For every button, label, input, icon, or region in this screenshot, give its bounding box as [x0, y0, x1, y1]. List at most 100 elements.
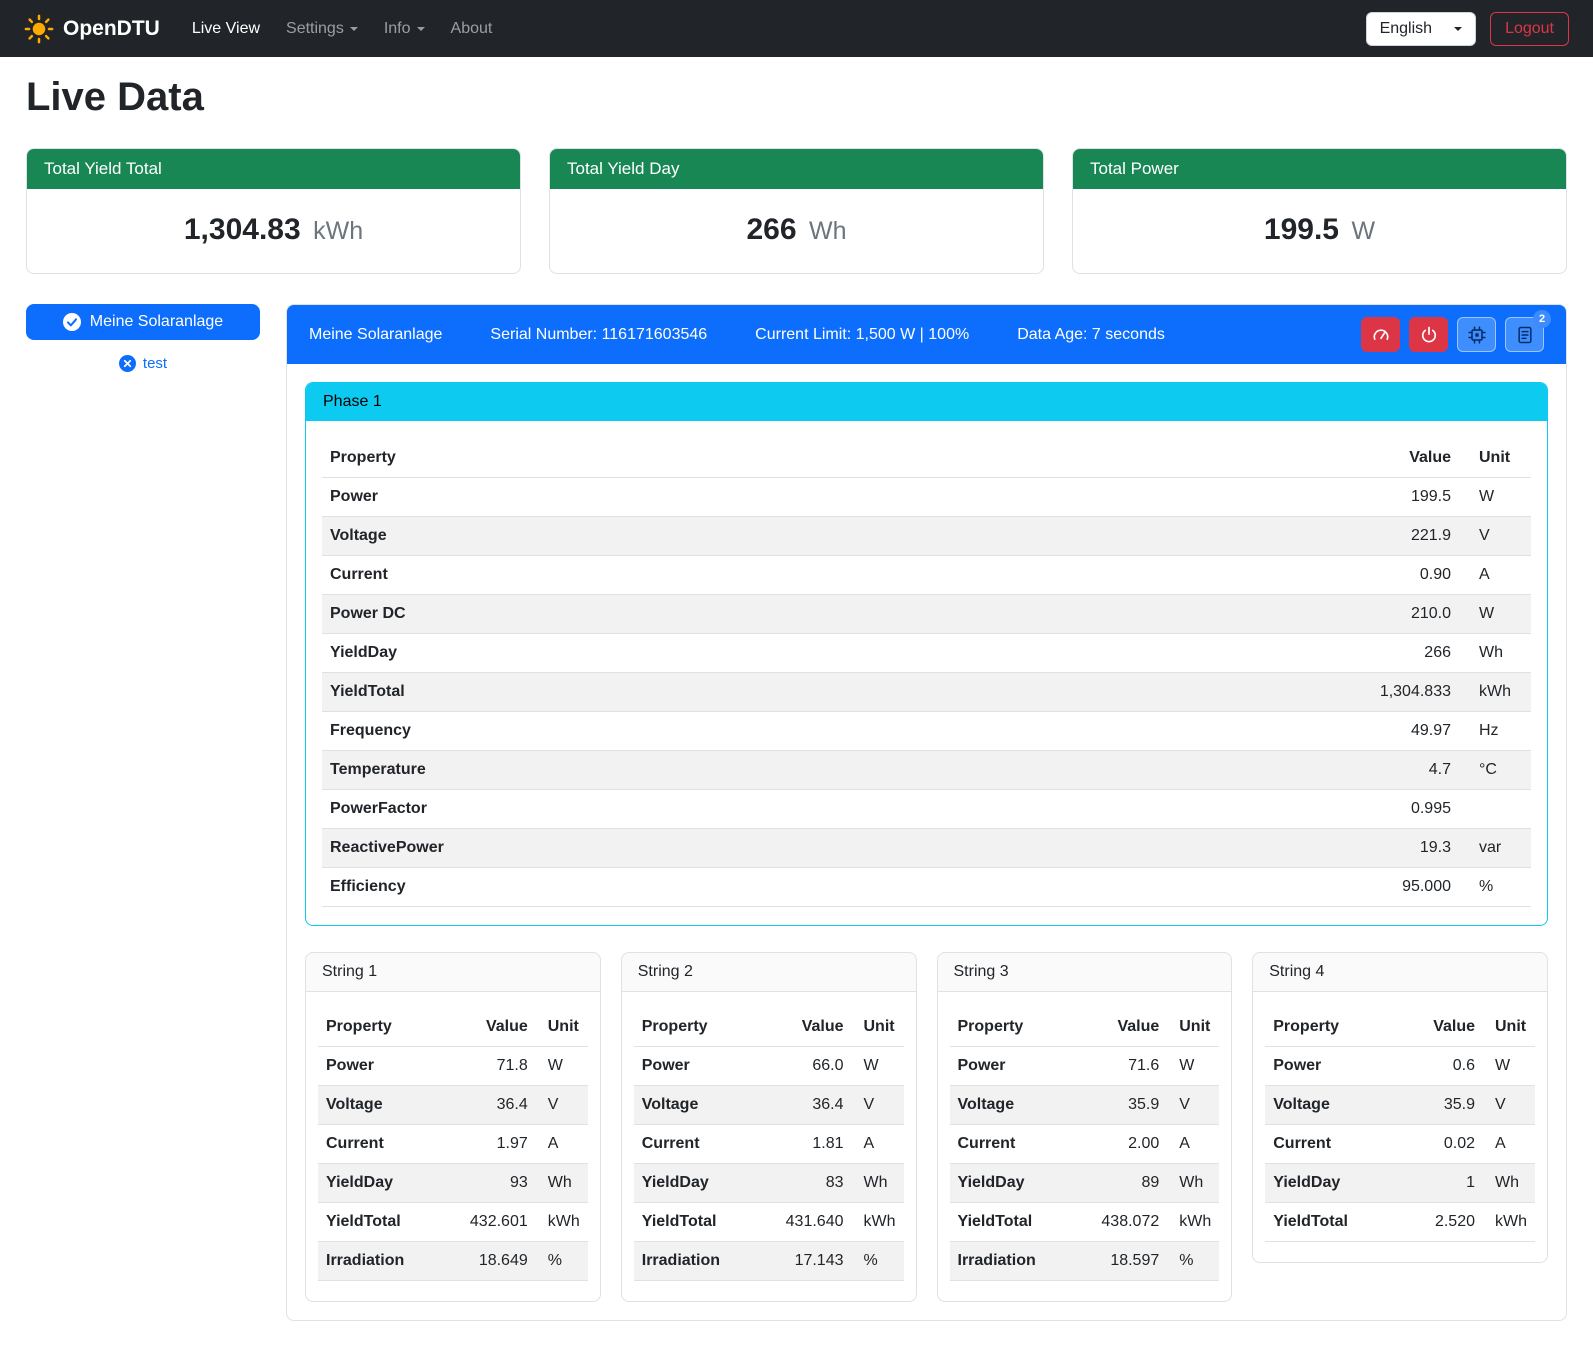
row-unit: W	[536, 1047, 588, 1086]
nav-item-about[interactable]: About	[441, 12, 503, 46]
card-title: Total Power	[1073, 149, 1566, 189]
table-row: YieldTotal 2.520 kWh	[1265, 1203, 1535, 1242]
row-unit: kWh	[1459, 673, 1531, 712]
nav-item-info[interactable]: Info	[374, 12, 435, 46]
power-button[interactable]	[1409, 317, 1448, 352]
row-value: 0.995	[1002, 790, 1459, 829]
row-property: YieldDay	[1265, 1164, 1398, 1203]
row-value: 431.640	[756, 1203, 852, 1242]
row-property: YieldTotal	[1265, 1203, 1398, 1242]
table-row: Power 71.6 W	[950, 1047, 1220, 1086]
string-3-table: Property Value Unit Power	[950, 1008, 1220, 1281]
total-power-unit: W	[1351, 217, 1375, 245]
row-value: 221.9	[1002, 517, 1459, 556]
page-title: Live Data	[26, 75, 1567, 120]
row-value: 66.0	[756, 1047, 852, 1086]
limit-settings-button[interactable]	[1361, 317, 1400, 352]
inverter-selected-button[interactable]: Meine Solaranlage	[26, 304, 260, 340]
row-property: Power DC	[322, 595, 1002, 634]
row-property: ReactivePower	[322, 829, 1002, 868]
row-value: 71.6	[1072, 1047, 1168, 1086]
inverter-limit: Current Limit: 1,500 W | 100%	[755, 326, 969, 344]
phase-table: Property Value Unit Power	[322, 439, 1531, 907]
nav-item-live-view[interactable]: Live View	[182, 12, 270, 46]
row-unit: Wh	[852, 1164, 904, 1203]
phase-1-card: Phase 1 Property Value Unit	[305, 382, 1548, 926]
row-unit: V	[1459, 517, 1531, 556]
row-unit: V	[1483, 1086, 1535, 1125]
inverter-item-test[interactable]: test	[26, 355, 260, 372]
row-unit: W	[1483, 1047, 1535, 1086]
row-unit: A	[1459, 556, 1531, 595]
string-1-card: String 1 Property Value Unit	[305, 952, 601, 1302]
total-yield-day-card: Total Yield Day 266 Wh	[549, 148, 1044, 274]
cpu-icon	[1467, 325, 1487, 345]
chevron-down-icon	[1454, 27, 1462, 31]
table-row: Power 0.6 W	[1265, 1047, 1535, 1086]
inverter-data-age: Data Age: 7 seconds	[1017, 326, 1165, 344]
device-info-button[interactable]	[1457, 317, 1496, 352]
row-unit: Wh	[1483, 1164, 1535, 1203]
inverter-item-test-label: test	[143, 355, 167, 372]
string-3-card: String 3 Property Value Unit	[937, 952, 1233, 1302]
column-header-unit: Unit	[536, 1008, 588, 1047]
row-property: YieldDay	[634, 1164, 756, 1203]
row-property: YieldDay	[318, 1164, 440, 1203]
table-header-row: Property Value Unit	[950, 1008, 1220, 1047]
table-row: Voltage 36.4 V	[318, 1086, 588, 1125]
row-value: 0.6	[1398, 1047, 1483, 1086]
row-value: 4.7	[1002, 751, 1459, 790]
gauge-icon	[1371, 325, 1391, 345]
phase-table-body: Power 199.5 W Voltage 221.9 V	[322, 478, 1531, 907]
table-header-row: Property Value Unit	[318, 1008, 588, 1047]
row-unit: %	[852, 1242, 904, 1281]
table-row: YieldTotal 1,304.833 kWh	[322, 673, 1531, 712]
power-icon	[1419, 325, 1439, 345]
logout-button[interactable]: Logout	[1490, 12, 1569, 46]
row-unit: V	[852, 1086, 904, 1125]
row-value: 1	[1398, 1164, 1483, 1203]
table-row: YieldDay 1 Wh	[1265, 1164, 1535, 1203]
table-row: Voltage 35.9 V	[950, 1086, 1220, 1125]
table-row: Power DC 210.0 W	[322, 595, 1531, 634]
table-row: YieldTotal 431.640 kWh	[634, 1203, 904, 1242]
row-property: Power	[950, 1047, 1072, 1086]
table-row: Power 199.5 W	[322, 478, 1531, 517]
total-yield-day-unit: Wh	[809, 217, 847, 245]
nav-item-settings[interactable]: Settings	[276, 12, 368, 46]
table-row: Voltage 35.9 V	[1265, 1086, 1535, 1125]
row-value: 0.02	[1398, 1125, 1483, 1164]
row-property: YieldDay	[322, 634, 1002, 673]
row-property: Voltage	[634, 1086, 756, 1125]
string-1-title: String 1	[306, 953, 600, 992]
row-property: Current	[1265, 1125, 1398, 1164]
row-unit: kWh	[1167, 1203, 1219, 1242]
row-value: 89	[1072, 1164, 1168, 1203]
row-value: 1.81	[756, 1125, 852, 1164]
strings-row: String 1 Property Value Unit	[305, 952, 1548, 1302]
table-row: YieldDay 266 Wh	[322, 634, 1531, 673]
page-container: Live Data Total Yield Total 1,304.83 kWh…	[0, 75, 1593, 1349]
row-value: 438.072	[1072, 1203, 1168, 1242]
table-row: ReactivePower 19.3 var	[322, 829, 1531, 868]
table-row: Power 71.8 W	[318, 1047, 588, 1086]
events-button[interactable]: 2	[1505, 317, 1544, 352]
row-property: Voltage	[1265, 1086, 1398, 1125]
row-property: Voltage	[950, 1086, 1072, 1125]
total-yield-total-value: 1,304.83	[184, 213, 301, 246]
inverter-name: Meine Solaranlage	[309, 326, 442, 344]
table-header-row: Property Value Unit	[634, 1008, 904, 1047]
row-value: 0.90	[1002, 556, 1459, 595]
inverter-serial: Serial Number: 116171603546	[490, 326, 707, 344]
brand[interactable]: OpenDTU	[24, 14, 160, 44]
language-select[interactable]: English	[1366, 12, 1476, 46]
table-row: Irradiation 17.143 %	[634, 1242, 904, 1281]
row-unit: A	[1483, 1125, 1535, 1164]
row-unit: Wh	[1459, 634, 1531, 673]
row-property: Temperature	[322, 751, 1002, 790]
row-value: 1,304.833	[1002, 673, 1459, 712]
row-unit: A	[536, 1125, 588, 1164]
total-yield-total-unit: kWh	[313, 217, 363, 245]
column-header-unit: Unit	[1459, 439, 1531, 478]
table-row: Power 66.0 W	[634, 1047, 904, 1086]
